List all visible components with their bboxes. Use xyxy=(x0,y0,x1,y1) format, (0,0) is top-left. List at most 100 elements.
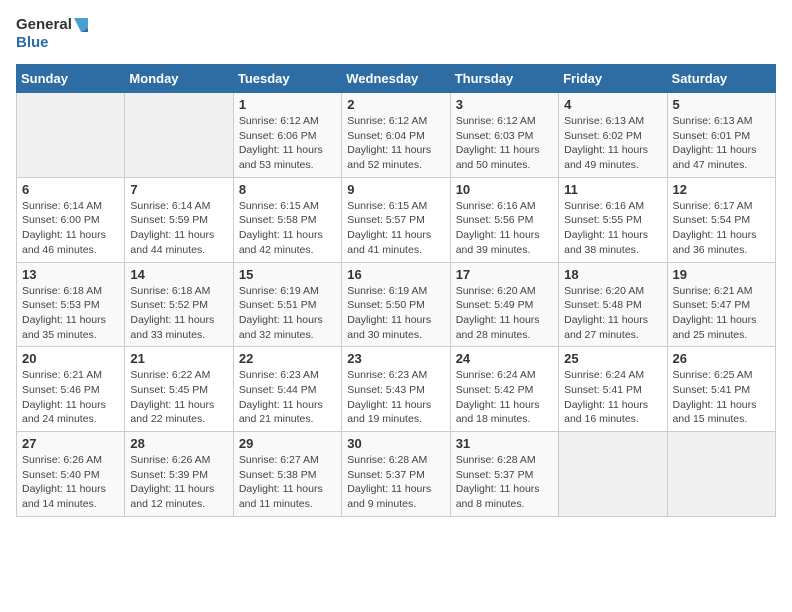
day-number: 14 xyxy=(130,267,227,282)
calendar-cell xyxy=(125,93,233,178)
day-number: 9 xyxy=(347,182,444,197)
calendar-cell: 9 Sunrise: 6:15 AMSunset: 5:57 PMDayligh… xyxy=(342,177,450,262)
calendar-cell: 6 Sunrise: 6:14 AMSunset: 6:00 PMDayligh… xyxy=(17,177,125,262)
day-number: 16 xyxy=(347,267,444,282)
calendar-cell: 1 Sunrise: 6:12 AMSunset: 6:06 PMDayligh… xyxy=(233,93,341,178)
day-detail: Sunrise: 6:18 AMSunset: 5:52 PMDaylight:… xyxy=(130,284,227,343)
calendar-cell: 18 Sunrise: 6:20 AMSunset: 5:48 PMDaylig… xyxy=(559,262,667,347)
logo-text: General Blue xyxy=(16,16,88,52)
day-detail: Sunrise: 6:13 AMSunset: 6:02 PMDaylight:… xyxy=(564,114,661,173)
day-detail: Sunrise: 6:28 AMSunset: 5:37 PMDaylight:… xyxy=(347,453,444,512)
day-detail: Sunrise: 6:25 AMSunset: 5:41 PMDaylight:… xyxy=(673,368,770,427)
day-detail: Sunrise: 6:14 AMSunset: 6:00 PMDaylight:… xyxy=(22,199,119,258)
calendar-week-row: 1 Sunrise: 6:12 AMSunset: 6:06 PMDayligh… xyxy=(17,93,776,178)
day-number: 25 xyxy=(564,351,661,366)
day-detail: Sunrise: 6:28 AMSunset: 5:37 PMDaylight:… xyxy=(456,453,553,512)
day-number: 28 xyxy=(130,436,227,451)
day-number: 3 xyxy=(456,97,553,112)
calendar-cell: 29 Sunrise: 6:27 AMSunset: 5:38 PMDaylig… xyxy=(233,432,341,517)
day-detail: Sunrise: 6:12 AMSunset: 6:03 PMDaylight:… xyxy=(456,114,553,173)
weekday-header-wednesday: Wednesday xyxy=(342,65,450,93)
day-detail: Sunrise: 6:21 AMSunset: 5:47 PMDaylight:… xyxy=(673,284,770,343)
day-detail: Sunrise: 6:27 AMSunset: 5:38 PMDaylight:… xyxy=(239,453,336,512)
day-number: 17 xyxy=(456,267,553,282)
day-detail: Sunrise: 6:19 AMSunset: 5:51 PMDaylight:… xyxy=(239,284,336,343)
calendar-week-row: 13 Sunrise: 6:18 AMSunset: 5:53 PMDaylig… xyxy=(17,262,776,347)
day-number: 23 xyxy=(347,351,444,366)
calendar-cell: 25 Sunrise: 6:24 AMSunset: 5:41 PMDaylig… xyxy=(559,347,667,432)
day-number: 21 xyxy=(130,351,227,366)
day-number: 29 xyxy=(239,436,336,451)
day-detail: Sunrise: 6:26 AMSunset: 5:39 PMDaylight:… xyxy=(130,453,227,512)
calendar-cell: 16 Sunrise: 6:19 AMSunset: 5:50 PMDaylig… xyxy=(342,262,450,347)
calendar-cell: 7 Sunrise: 6:14 AMSunset: 5:59 PMDayligh… xyxy=(125,177,233,262)
day-number: 22 xyxy=(239,351,336,366)
day-number: 6 xyxy=(22,182,119,197)
day-detail: Sunrise: 6:16 AMSunset: 5:56 PMDaylight:… xyxy=(456,199,553,258)
weekday-header-monday: Monday xyxy=(125,65,233,93)
calendar-cell: 3 Sunrise: 6:12 AMSunset: 6:03 PMDayligh… xyxy=(450,93,558,178)
day-detail: Sunrise: 6:12 AMSunset: 6:06 PMDaylight:… xyxy=(239,114,336,173)
calendar-cell: 30 Sunrise: 6:28 AMSunset: 5:37 PMDaylig… xyxy=(342,432,450,517)
weekday-header-sunday: Sunday xyxy=(17,65,125,93)
calendar-cell: 2 Sunrise: 6:12 AMSunset: 6:04 PMDayligh… xyxy=(342,93,450,178)
calendar-cell: 17 Sunrise: 6:20 AMSunset: 5:49 PMDaylig… xyxy=(450,262,558,347)
day-number: 19 xyxy=(673,267,770,282)
day-number: 2 xyxy=(347,97,444,112)
day-detail: Sunrise: 6:14 AMSunset: 5:59 PMDaylight:… xyxy=(130,199,227,258)
calendar-week-row: 27 Sunrise: 6:26 AMSunset: 5:40 PMDaylig… xyxy=(17,432,776,517)
weekday-header-saturday: Saturday xyxy=(667,65,775,93)
day-detail: Sunrise: 6:12 AMSunset: 6:04 PMDaylight:… xyxy=(347,114,444,173)
day-number: 26 xyxy=(673,351,770,366)
calendar-cell: 19 Sunrise: 6:21 AMSunset: 5:47 PMDaylig… xyxy=(667,262,775,347)
day-number: 31 xyxy=(456,436,553,451)
weekday-header-tuesday: Tuesday xyxy=(233,65,341,93)
day-number: 15 xyxy=(239,267,336,282)
calendar-table: SundayMondayTuesdayWednesdayThursdayFrid… xyxy=(16,64,776,517)
calendar-cell: 13 Sunrise: 6:18 AMSunset: 5:53 PMDaylig… xyxy=(17,262,125,347)
calendar-cell: 15 Sunrise: 6:19 AMSunset: 5:51 PMDaylig… xyxy=(233,262,341,347)
day-number: 5 xyxy=(673,97,770,112)
day-number: 11 xyxy=(564,182,661,197)
day-detail: Sunrise: 6:24 AMSunset: 5:42 PMDaylight:… xyxy=(456,368,553,427)
day-detail: Sunrise: 6:15 AMSunset: 5:57 PMDaylight:… xyxy=(347,199,444,258)
calendar-cell: 23 Sunrise: 6:23 AMSunset: 5:43 PMDaylig… xyxy=(342,347,450,432)
day-number: 1 xyxy=(239,97,336,112)
day-detail: Sunrise: 6:21 AMSunset: 5:46 PMDaylight:… xyxy=(22,368,119,427)
day-number: 24 xyxy=(456,351,553,366)
weekday-header-thursday: Thursday xyxy=(450,65,558,93)
calendar-cell: 27 Sunrise: 6:26 AMSunset: 5:40 PMDaylig… xyxy=(17,432,125,517)
calendar-cell: 5 Sunrise: 6:13 AMSunset: 6:01 PMDayligh… xyxy=(667,93,775,178)
day-detail: Sunrise: 6:23 AMSunset: 5:43 PMDaylight:… xyxy=(347,368,444,427)
day-number: 30 xyxy=(347,436,444,451)
calendar-week-row: 6 Sunrise: 6:14 AMSunset: 6:00 PMDayligh… xyxy=(17,177,776,262)
calendar-cell: 21 Sunrise: 6:22 AMSunset: 5:45 PMDaylig… xyxy=(125,347,233,432)
calendar-cell: 31 Sunrise: 6:28 AMSunset: 5:37 PMDaylig… xyxy=(450,432,558,517)
day-number: 10 xyxy=(456,182,553,197)
logo: General Blue xyxy=(16,16,88,52)
day-number: 13 xyxy=(22,267,119,282)
calendar-cell: 8 Sunrise: 6:15 AMSunset: 5:58 PMDayligh… xyxy=(233,177,341,262)
calendar-cell xyxy=(667,432,775,517)
day-detail: Sunrise: 6:13 AMSunset: 6:01 PMDaylight:… xyxy=(673,114,770,173)
day-detail: Sunrise: 6:23 AMSunset: 5:44 PMDaylight:… xyxy=(239,368,336,427)
calendar-cell: 11 Sunrise: 6:16 AMSunset: 5:55 PMDaylig… xyxy=(559,177,667,262)
calendar-cell: 12 Sunrise: 6:17 AMSunset: 5:54 PMDaylig… xyxy=(667,177,775,262)
weekday-header-friday: Friday xyxy=(559,65,667,93)
day-number: 20 xyxy=(22,351,119,366)
page-header: General Blue xyxy=(16,16,776,52)
day-detail: Sunrise: 6:18 AMSunset: 5:53 PMDaylight:… xyxy=(22,284,119,343)
calendar-cell: 10 Sunrise: 6:16 AMSunset: 5:56 PMDaylig… xyxy=(450,177,558,262)
calendar-cell: 26 Sunrise: 6:25 AMSunset: 5:41 PMDaylig… xyxy=(667,347,775,432)
calendar-cell: 22 Sunrise: 6:23 AMSunset: 5:44 PMDaylig… xyxy=(233,347,341,432)
day-number: 27 xyxy=(22,436,119,451)
day-detail: Sunrise: 6:24 AMSunset: 5:41 PMDaylight:… xyxy=(564,368,661,427)
calendar-cell: 24 Sunrise: 6:24 AMSunset: 5:42 PMDaylig… xyxy=(450,347,558,432)
day-detail: Sunrise: 6:26 AMSunset: 5:40 PMDaylight:… xyxy=(22,453,119,512)
day-number: 4 xyxy=(564,97,661,112)
calendar-cell: 4 Sunrise: 6:13 AMSunset: 6:02 PMDayligh… xyxy=(559,93,667,178)
calendar-cell: 20 Sunrise: 6:21 AMSunset: 5:46 PMDaylig… xyxy=(17,347,125,432)
calendar-cell: 14 Sunrise: 6:18 AMSunset: 5:52 PMDaylig… xyxy=(125,262,233,347)
day-detail: Sunrise: 6:22 AMSunset: 5:45 PMDaylight:… xyxy=(130,368,227,427)
day-number: 18 xyxy=(564,267,661,282)
